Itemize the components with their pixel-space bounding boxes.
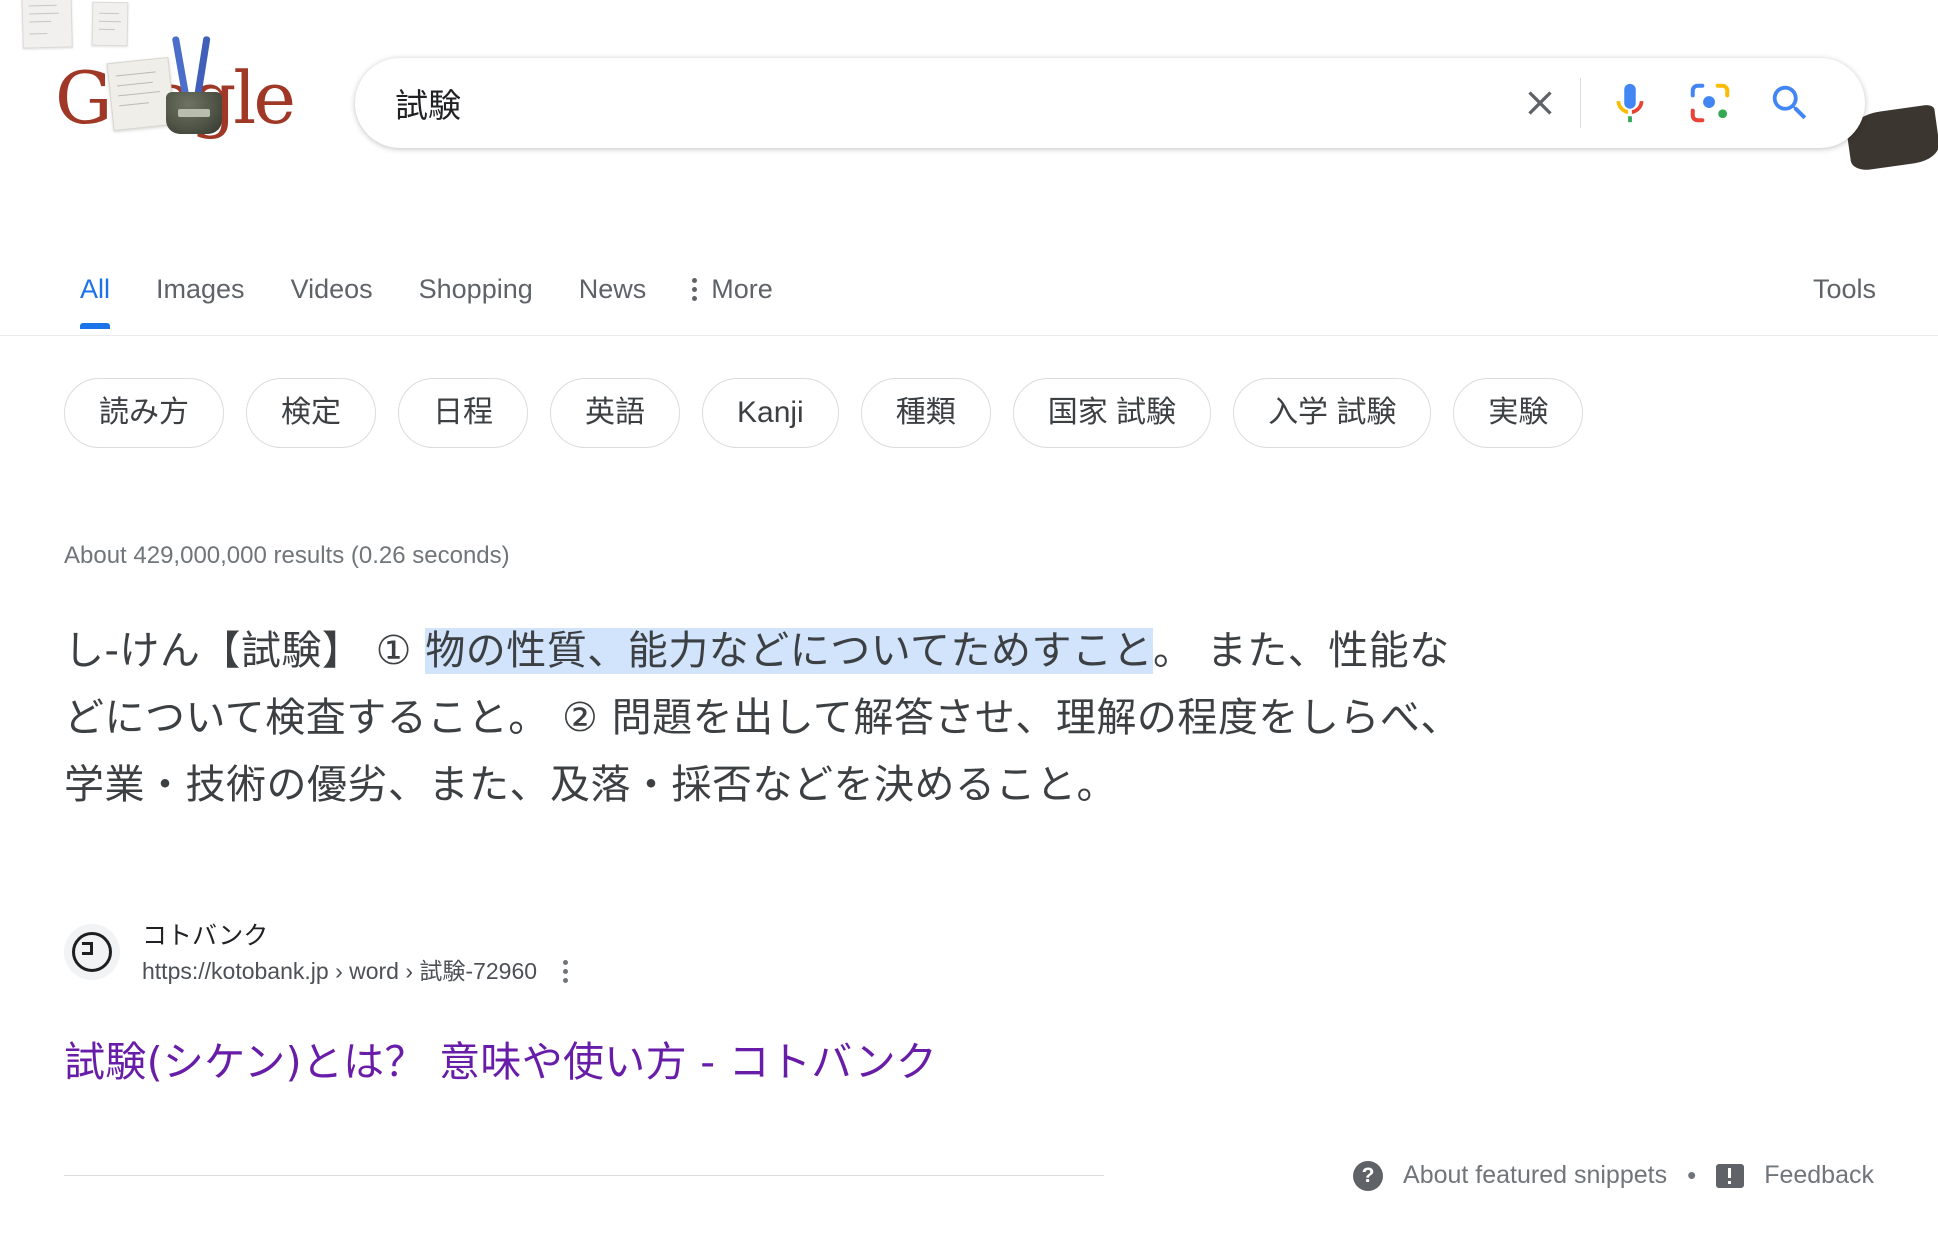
snippet-lead: し‐けん【試験】 ① <box>64 628 426 674</box>
footer-separator: • <box>1687 1160 1697 1190</box>
close-icon <box>1528 91 1552 115</box>
kotobank-favicon-icon <box>64 924 120 980</box>
source-url: https://kotobank.jp › word › 試験-72960 <box>142 958 538 985</box>
result-options-icon[interactable] <box>559 956 572 987</box>
tab-more-label: More <box>711 274 773 304</box>
tab-all[interactable]: All <box>80 262 111 329</box>
tab-videos-label: Videos <box>290 274 373 304</box>
result-title-link[interactable]: 試験(シケン)とは？ 意味や使い方 - コトバンク <box>64 1028 937 1088</box>
feedback-link[interactable]: Feedback <box>1764 1161 1874 1190</box>
tab-videos[interactable]: Videos <box>291 262 373 329</box>
featured-snippet-text: し‐けん【試験】 ① 物の性質、能力などについてためすこと。 また、性能などにつ… <box>64 618 1484 820</box>
tab-images[interactable]: Images <box>156 262 245 329</box>
chip-eigo[interactable]: 英語 <box>550 378 680 448</box>
tab-shopping-label: Shopping <box>418 274 533 304</box>
chip-shurui[interactable]: 種類 <box>860 378 991 448</box>
tab-images-label: Images <box>156 274 245 304</box>
tools-button[interactable]: Tools <box>1813 274 1876 305</box>
search-header: Google <box>0 0 1938 200</box>
search-box <box>355 58 1865 148</box>
google-lens-icon <box>1690 83 1730 123</box>
snippet-highlight: 物の性質、能力などについてためすこと <box>425 628 1154 674</box>
lens-search-button[interactable] <box>1679 72 1741 134</box>
chip-kokka-shiken[interactable]: 国家 試験 <box>1012 378 1212 448</box>
tab-news-label: News <box>578 274 647 304</box>
chip-jikken[interactable]: 実験 <box>1453 378 1584 448</box>
nav-tabs: All Images Videos Shopping News More <box>80 262 819 335</box>
microphone-icon <box>1616 83 1644 123</box>
doodle-inkwell-icon <box>166 92 222 134</box>
help-circle-icon: ? <box>1353 1160 1384 1191</box>
tab-more[interactable]: More <box>692 262 773 329</box>
footer-links: ? About featured snippets • Feedback <box>1353 1160 1874 1191</box>
snippet-source[interactable]: コトバンク https://kotobank.jp › word › 試験-72… <box>64 918 572 989</box>
clear-search-button[interactable] <box>1512 75 1568 131</box>
feedback-flag-icon <box>1716 1163 1745 1188</box>
chip-kanji[interactable]: Kanji <box>702 378 839 448</box>
result-stats: About 429,000,000 results (0.26 seconds) <box>64 542 510 569</box>
footer-divider <box>64 1175 1104 1176</box>
chip-yomikata[interactable]: 読み方 <box>64 378 224 448</box>
snippet-footer: ? About featured snippets • Feedback <box>64 1160 1874 1191</box>
chip-kentei[interactable]: 検定 <box>246 378 376 448</box>
search-input[interactable] <box>355 73 1512 133</box>
search-nav-bar: All Images Videos Shopping News More Too… <box>0 262 1938 336</box>
chip-nittei[interactable]: 日程 <box>398 378 528 448</box>
source-site-name: コトバンク <box>142 922 269 950</box>
tab-all-label: All <box>80 274 111 304</box>
tab-news[interactable]: News <box>579 262 647 329</box>
voice-search-button[interactable] <box>1599 72 1661 134</box>
search-submit-button[interactable] <box>1759 72 1821 134</box>
source-lines: コトバンク https://kotobank.jp › word › 試験-72… <box>142 918 572 989</box>
related-filter-chips: 読み方 検定 日程 英語 Kanji 種類 国家 試験 入学 試験 実験 <box>64 378 1938 448</box>
tab-shopping[interactable]: Shopping <box>419 262 533 329</box>
chip-nyugaku-shiken[interactable]: 入学 試験 <box>1233 378 1432 448</box>
search-divider <box>1580 78 1581 128</box>
source-url-row: https://kotobank.jp › word › 試験-72960 <box>142 954 572 989</box>
about-featured-snippets-link[interactable]: About featured snippets <box>1403 1161 1667 1190</box>
more-vertical-icon <box>692 278 698 301</box>
search-icon <box>1772 85 1807 120</box>
